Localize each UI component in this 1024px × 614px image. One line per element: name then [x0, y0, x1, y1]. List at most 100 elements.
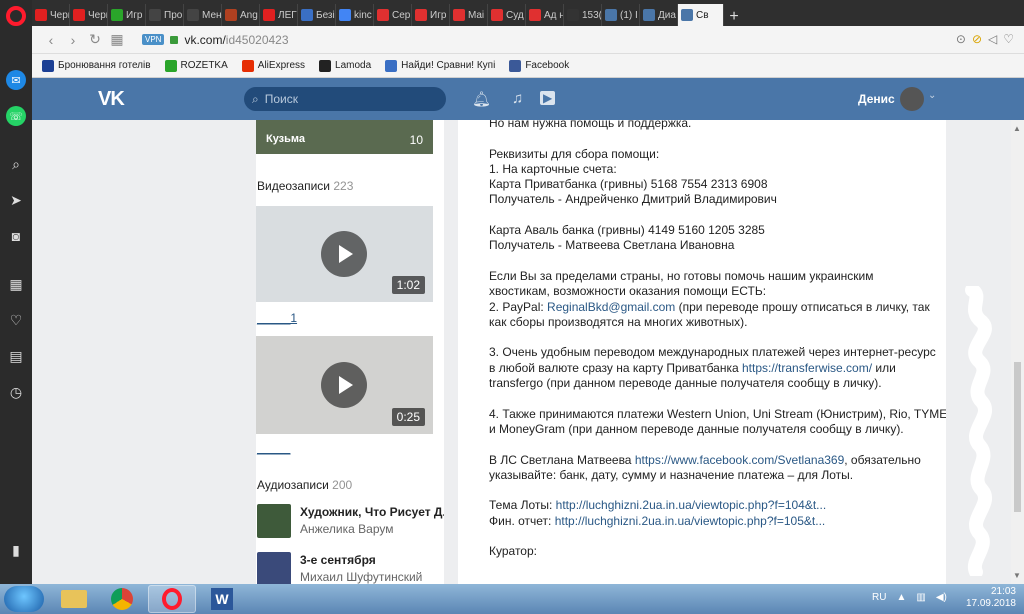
camera-icon[interactable]: ◙: [6, 226, 26, 246]
adblock-icon[interactable]: ⊘: [972, 32, 982, 46]
tab-6[interactable]: ЛЕГ: [260, 4, 298, 26]
word-icon[interactable]: W: [198, 585, 246, 613]
url-host: vk.com/: [184, 32, 226, 47]
download-icon[interactable]: ⊙: [956, 32, 966, 46]
tab-9[interactable]: Сер: [374, 4, 412, 26]
post-line: Тема Лоты: http://luchghizni.2ua.in.ua/v…: [489, 498, 929, 513]
audio-item-artist[interactable]: Михаил Шуфутинский: [300, 570, 422, 584]
new-tab-icon[interactable]: +: [724, 8, 744, 26]
bookmark-item[interactable]: AliExpress: [241, 59, 305, 72]
bookmark-item[interactable]: ROZETKA: [164, 59, 228, 72]
start-button[interactable]: [4, 586, 44, 612]
tab-4[interactable]: Мен: [184, 4, 222, 26]
bookmark-item[interactable]: Бронювання готелів: [42, 59, 151, 72]
video-thumb-2[interactable]: 0:25: [256, 336, 433, 434]
tab-0[interactable]: Черг: [32, 4, 70, 26]
page-scrollbar[interactable]: ▲ ▼: [1011, 120, 1024, 584]
heart-icon[interactable]: ♡: [6, 310, 26, 330]
video-duration: 1:02: [391, 276, 425, 294]
vk-search-input[interactable]: ⌕ Поиск: [244, 87, 446, 111]
send-icon[interactable]: ➤: [6, 190, 26, 210]
post-text-segment: хвостикам, возможности оказания помощи Е…: [489, 284, 767, 299]
avatar[interactable]: [900, 87, 924, 111]
audio-header[interactable]: Аудиозаписи 200: [257, 478, 352, 492]
bookmark-item[interactable]: Facebook: [509, 59, 569, 72]
tab-17[interactable]: Св: [678, 4, 724, 26]
messenger-icon[interactable]: ✉: [6, 70, 26, 90]
tab-label: Ang: [240, 9, 258, 21]
news-icon[interactable]: ▤: [6, 346, 26, 366]
notifications-bell-icon[interactable]: 🔔︎: [472, 90, 491, 108]
clock[interactable]: 21:03 17.09.2018: [966, 586, 1016, 610]
post-line: [489, 254, 929, 269]
tab-12[interactable]: Суд: [488, 4, 526, 26]
tab-7[interactable]: Безі: [298, 4, 336, 26]
reload-icon[interactable]: ↻: [84, 31, 106, 48]
opera-logo-icon[interactable]: [6, 6, 26, 26]
url-path: id45020423: [225, 32, 289, 47]
sidebar-toggle-icon[interactable]: ▮: [6, 540, 26, 560]
volume-icon[interactable]: ◀): [936, 592, 947, 603]
post-line: и MoneyGram (при данном переводе данные …: [489, 422, 929, 437]
video-title-2[interactable]: _____: [257, 441, 290, 455]
speed-dial-icon[interactable]: ▦: [6, 274, 26, 294]
scroll-up-icon[interactable]: ▲: [1013, 124, 1021, 133]
tab-3[interactable]: Про: [146, 4, 184, 26]
chevron-down-icon[interactable]: ⌄: [928, 90, 936, 101]
tabs-grid-icon[interactable]: ▦: [106, 31, 128, 48]
post-line: Фин. отчет: http://luchghizni.2ua.in.ua/…: [489, 514, 929, 529]
tab-14[interactable]: 153(: [564, 4, 602, 26]
bookmark-heart-icon[interactable]: ♡: [1003, 32, 1014, 46]
post-link[interactable]: http://luchghizni.2ua.in.ua/viewtopic.ph…: [556, 498, 827, 512]
post-link[interactable]: https://www.facebook.com/Svetlana369: [635, 453, 844, 467]
whatsapp-icon[interactable]: ☏: [6, 106, 26, 126]
tab-13[interactable]: Ад н: [526, 4, 564, 26]
vk-logo-icon[interactable]: VK: [98, 88, 125, 111]
post-link[interactable]: ReginalBkd@gmail.com: [547, 300, 675, 314]
audio-item[interactable]: 3-е сентября Михаил Шуфутинский: [256, 552, 444, 584]
scrollbar-thumb[interactable]: [1014, 362, 1021, 512]
video-thumb-1[interactable]: 1:02: [256, 206, 433, 302]
lock-icon[interactable]: [170, 35, 179, 44]
history-icon[interactable]: ◷: [6, 382, 26, 402]
explorer-icon[interactable]: [50, 585, 98, 613]
music-icon[interactable]: ♫: [512, 90, 523, 107]
scroll-down-icon[interactable]: ▼: [1013, 571, 1021, 580]
videos-header[interactable]: Видеозаписи 223: [257, 179, 353, 193]
play-icon[interactable]: [321, 231, 367, 277]
post-line: в любой валюте сразу на карту Приватбанк…: [489, 361, 929, 376]
audio-item-artist[interactable]: Анжелика Варум: [300, 522, 394, 536]
tray-arrow-icon[interactable]: ▲: [896, 592, 906, 603]
play-icon[interactable]: [321, 362, 367, 408]
tab-15[interactable]: (1) I: [602, 4, 640, 26]
bookmark-item[interactable]: Найди! Сравни! Купі: [385, 59, 495, 72]
tab-10[interactable]: Игр: [412, 4, 450, 26]
back-icon[interactable]: ‹: [40, 32, 62, 48]
chrome-icon[interactable]: [98, 585, 146, 613]
tab-2[interactable]: Игр: [108, 4, 146, 26]
audio-item[interactable]: Художник, Что Рисует Д... Анжелика Варум: [256, 504, 444, 538]
bookmark-item[interactable]: Lamoda: [319, 59, 371, 72]
tab-11[interactable]: Mai: [450, 4, 488, 26]
video-title-1[interactable]: _____1: [257, 311, 297, 325]
post-text-segment: или: [872, 360, 896, 375]
search-icon[interactable]: ⌕: [6, 154, 26, 174]
url-field[interactable]: vk.com/id45020423: [184, 33, 288, 47]
user-name[interactable]: Денис: [858, 92, 895, 106]
tab-16[interactable]: Диа: [640, 4, 678, 26]
tab-8[interactable]: kinc: [336, 4, 374, 26]
vpn-badge[interactable]: VPN: [142, 34, 165, 45]
tab-1[interactable]: Черг: [70, 4, 108, 26]
post-link[interactable]: https://transferwise.com/: [742, 361, 872, 375]
post-link[interactable]: http://luchghizni.2ua.in.ua/viewtopic.ph…: [555, 514, 826, 528]
forward-icon[interactable]: ›: [62, 32, 84, 48]
tab-favicon-icon: [567, 9, 579, 21]
snapshot-icon[interactable]: ◁: [988, 32, 997, 46]
opera-taskbar-icon[interactable]: [148, 585, 196, 613]
play-icon[interactable]: ▶: [540, 91, 556, 105]
language-indicator[interactable]: RU: [872, 592, 886, 603]
tab-5[interactable]: Ang: [222, 4, 260, 26]
network-icon[interactable]: ▥: [916, 592, 925, 603]
tab-label: Сер: [392, 9, 411, 21]
photo-album-thumb[interactable]: Кузьма 10: [256, 120, 433, 154]
